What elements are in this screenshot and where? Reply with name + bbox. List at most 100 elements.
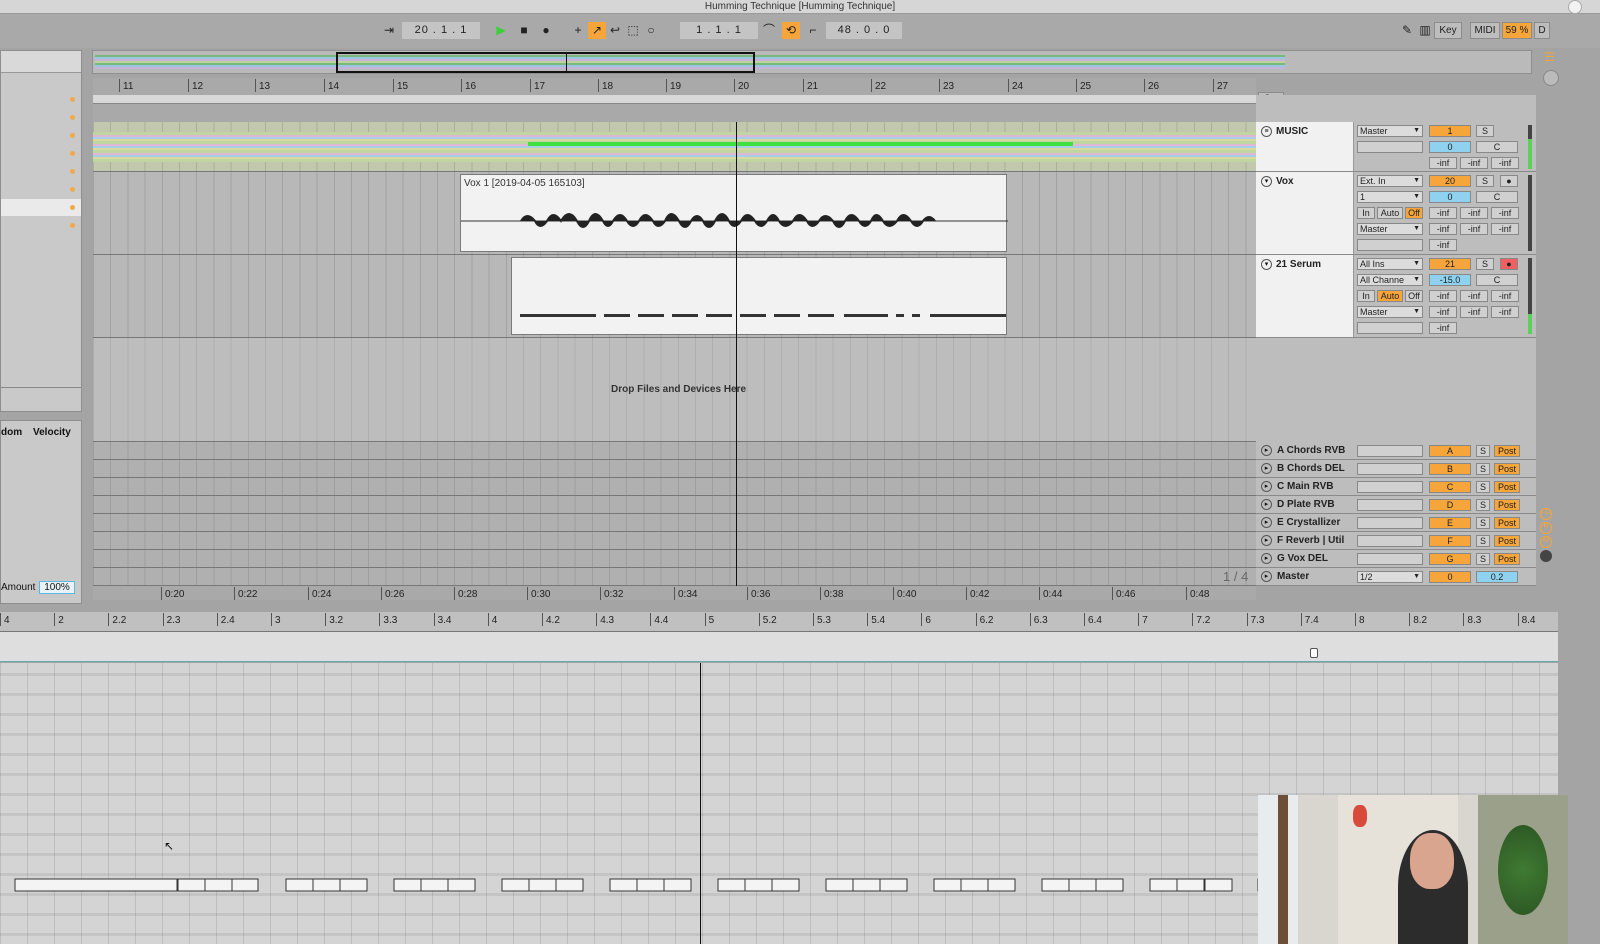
- solo-button[interactable]: S: [1476, 553, 1490, 565]
- send-value[interactable]: -inf: [1429, 306, 1457, 318]
- arrangement-overview[interactable]: [92, 50, 1532, 74]
- post-button[interactable]: Post: [1494, 445, 1520, 457]
- return-lane-b[interactable]: [93, 460, 1256, 478]
- return-track-g[interactable]: ▸ G Vox DEL G S Post: [1256, 550, 1536, 568]
- track-name[interactable]: MUSIC: [1276, 126, 1308, 137]
- browser-item[interactable]: [1, 91, 81, 108]
- midi-note[interactable]: [312, 878, 341, 892]
- solo-button[interactable]: S: [1476, 517, 1490, 529]
- key-map-button[interactable]: Key: [1434, 22, 1462, 39]
- track-header-vox[interactable]: ▾ Vox Ext. In 1 In Auto Off Master 20 S …: [1256, 172, 1536, 255]
- track-title-music[interactable]: ≡ MUSIC: [1256, 122, 1354, 171]
- midi-note[interactable]: [933, 878, 962, 892]
- midi-note[interactable]: [528, 878, 557, 892]
- midi-note[interactable]: [285, 878, 314, 892]
- expand-icon[interactable]: ▸: [1261, 571, 1272, 582]
- return-activator[interactable]: E: [1429, 517, 1471, 529]
- midi-note[interactable]: [825, 878, 854, 892]
- play-icon[interactable]: ▶: [492, 22, 510, 39]
- arrangement-view[interactable]: 11 12 13 14 15 16 17 18 19 20 21 22 23 2…: [93, 78, 1256, 586]
- browser-item[interactable]: [1, 109, 81, 126]
- solo-button[interactable]: S: [1476, 481, 1490, 493]
- volume-field[interactable]: 0: [1429, 191, 1471, 203]
- track-activator[interactable]: 21: [1429, 258, 1471, 270]
- send-value[interactable]: -inf: [1460, 223, 1488, 235]
- input-channel[interactable]: All Channe: [1357, 274, 1423, 286]
- master-lane[interactable]: [93, 568, 1256, 586]
- track-activator[interactable]: 1: [1429, 125, 1471, 137]
- return-lane-a[interactable]: [93, 442, 1256, 460]
- browser-item-selected[interactable]: [1, 199, 81, 216]
- punch-out-icon[interactable]: ⌐: [804, 22, 822, 39]
- io-toggle-icon[interactable]: [1543, 70, 1559, 86]
- midi-note[interactable]: [609, 878, 638, 892]
- track-name[interactable]: Vox: [1276, 176, 1294, 187]
- send-value[interactable]: -inf: [1429, 239, 1457, 251]
- browser-item[interactable]: [1, 127, 81, 144]
- fold-icon[interactable]: ▾: [1261, 259, 1272, 270]
- track-activator[interactable]: 20: [1429, 175, 1471, 187]
- midi-clip[interactable]: [511, 257, 1007, 335]
- mixer-icon[interactable]: M: [1540, 536, 1552, 548]
- browser-item[interactable]: [1, 181, 81, 198]
- return-track-c[interactable]: ▸ C Main RVB C S Post: [1256, 478, 1536, 496]
- expand-icon[interactable]: ▸: [1261, 445, 1272, 456]
- solo-button[interactable]: S: [1476, 445, 1490, 457]
- send-value[interactable]: -inf: [1491, 207, 1519, 219]
- post-button[interactable]: Post: [1494, 553, 1520, 565]
- back-to-arrangement-icon[interactable]: ↩: [606, 22, 624, 39]
- post-button[interactable]: Post: [1494, 463, 1520, 475]
- return-name[interactable]: D Plate RVB: [1277, 499, 1335, 510]
- expand-icon[interactable]: ▸: [1261, 481, 1272, 492]
- midi-note[interactable]: [1149, 878, 1178, 892]
- pan-field[interactable]: C: [1476, 141, 1518, 153]
- return-track-b[interactable]: ▸ B Chords DEL B S Post: [1256, 460, 1536, 478]
- track-header-serum[interactable]: ▾ 21 Serum All Ins All Channe In Auto Of…: [1256, 255, 1536, 338]
- io-icon[interactable]: I·O: [1540, 508, 1552, 520]
- send-value[interactable]: -inf: [1460, 207, 1488, 219]
- send-value[interactable]: -inf: [1491, 223, 1519, 235]
- pan-field[interactable]: C: [1476, 191, 1518, 203]
- solo-button[interactable]: S: [1476, 125, 1494, 137]
- loop-icon[interactable]: ⟲: [782, 22, 800, 39]
- midi-note[interactable]: [879, 878, 908, 892]
- master-name[interactable]: Master: [1277, 571, 1309, 582]
- audio-clip[interactable]: Vox 1 [2019-04-05 165103]: [460, 174, 1008, 252]
- session-record-icon[interactable]: ○: [642, 22, 660, 39]
- automation-arm-icon[interactable]: ↗: [588, 22, 606, 39]
- return-lane-e[interactable]: [93, 514, 1256, 532]
- follow-icon[interactable]: ⇥: [380, 22, 398, 39]
- midi-note[interactable]: [1204, 878, 1233, 892]
- browser-item[interactable]: [1, 145, 81, 162]
- solo-button[interactable]: S: [1476, 535, 1490, 547]
- track-title-serum[interactable]: ▾ 21 Serum: [1256, 255, 1354, 337]
- menu-icon[interactable]: ☰: [1544, 50, 1558, 64]
- return-lane-g[interactable]: [93, 550, 1256, 568]
- midi-note[interactable]: [987, 878, 1016, 892]
- output-routing[interactable]: Master: [1357, 223, 1423, 235]
- track-title-vox[interactable]: ▾ Vox: [1256, 172, 1354, 254]
- time-ruler[interactable]: 0:20 0:22 0:24 0:26 0:28 0:30 0:32 0:34 …: [93, 586, 1256, 600]
- post-button[interactable]: Post: [1494, 499, 1520, 511]
- overview-viewport[interactable]: [336, 52, 755, 73]
- crossfade-icon[interactable]: [1540, 550, 1552, 562]
- midi-note[interactable]: [852, 878, 881, 892]
- punch-in-icon[interactable]: ⌒: [760, 22, 778, 39]
- send-value[interactable]: -inf: [1429, 290, 1457, 302]
- send-value[interactable]: -inf: [1460, 306, 1488, 318]
- midi-note[interactable]: [555, 878, 584, 892]
- output-routing[interactable]: Master: [1357, 306, 1423, 318]
- midi-note[interactable]: [636, 878, 665, 892]
- return-track-d[interactable]: ▸ D Plate RVB D S Post: [1256, 496, 1536, 514]
- send-value[interactable]: -inf: [1460, 157, 1488, 169]
- return-lane-d[interactable]: [93, 496, 1256, 514]
- master-pan[interactable]: 0.2: [1476, 571, 1518, 583]
- midi-note[interactable]: [14, 878, 178, 892]
- return-track-f[interactable]: ▸ F Reverb | Util F S Post: [1256, 532, 1536, 550]
- keyboard-icon[interactable]: ▥: [1416, 22, 1434, 39]
- song-position[interactable]: 20 . 1 . 1: [402, 22, 480, 39]
- return-name[interactable]: A Chords RVB: [1277, 445, 1345, 456]
- return-name[interactable]: E Crystallizer: [1277, 517, 1340, 528]
- fold-icon[interactable]: ▾: [1261, 176, 1272, 187]
- return-track-e[interactable]: ▸ E Crystallizer E S Post: [1256, 514, 1536, 532]
